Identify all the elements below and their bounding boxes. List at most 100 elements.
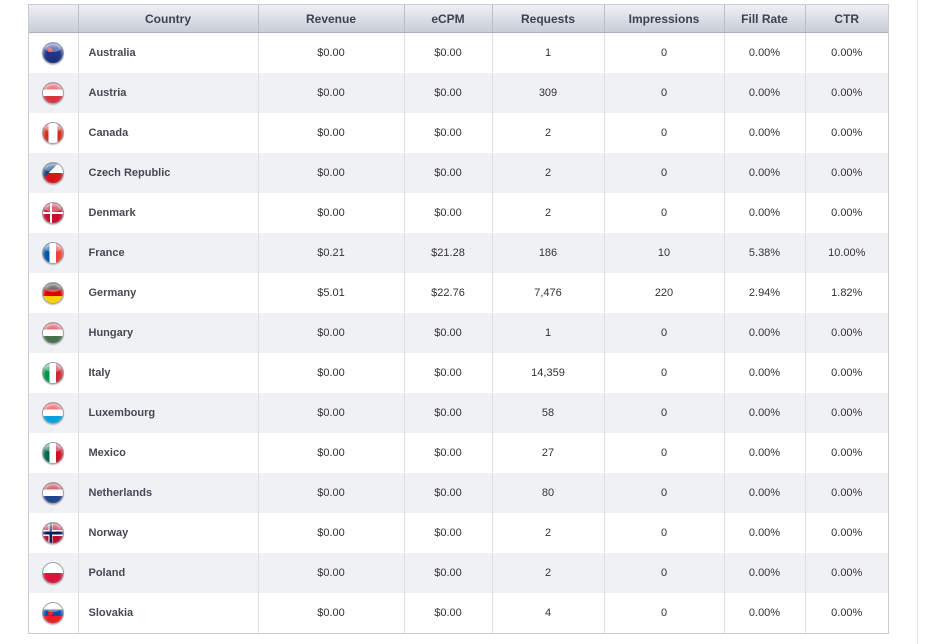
flag-cell [29, 233, 79, 273]
requests-cell: 2 [492, 153, 605, 193]
flag-cell [29, 593, 79, 633]
flag-cell [29, 193, 79, 233]
table-row: Hungary $0.00 $0.00 1 0 0.00% 0.00% [29, 313, 888, 353]
country-cell: Germany [78, 273, 259, 313]
germany-flag-icon [42, 282, 65, 304]
ecpm-cell: $0.00 [404, 473, 493, 513]
ecpm-cell: $0.00 [404, 553, 493, 593]
table-row: Australia $0.00 $0.00 1 0 0.00% 0.00% [29, 32, 888, 73]
czech-republic-flag-icon [42, 162, 65, 184]
column-header-impressions[interactable]: Impressions [604, 5, 725, 33]
flag-cell [29, 553, 79, 593]
flag-cell [29, 353, 79, 393]
ctr-cell: 0.00% [805, 313, 888, 353]
requests-cell: 2 [492, 553, 605, 593]
flag-cell [29, 73, 79, 113]
fill-rate-cell: 0.00% [724, 553, 806, 593]
requests-cell: 186 [492, 233, 605, 273]
canada-flag-icon [42, 122, 65, 144]
country-cell: Poland [78, 553, 259, 593]
impressions-cell: 0 [604, 113, 725, 153]
requests-cell: 4 [492, 593, 605, 633]
fill-rate-cell: 0.00% [724, 153, 806, 193]
ctr-cell: 0.00% [805, 393, 888, 433]
ctr-cell: 1.82% [805, 273, 888, 313]
impressions-cell: 0 [604, 473, 725, 513]
flag-cell [29, 513, 79, 553]
flag-cell [29, 153, 79, 193]
revenue-cell: $0.00 [258, 593, 405, 633]
impressions-cell: 0 [604, 433, 725, 473]
requests-cell: 2 [492, 513, 605, 553]
table-row: Czech Republic $0.00 $0.00 2 0 0.00% 0.00% [29, 153, 888, 193]
revenue-cell: $0.00 [258, 353, 405, 393]
fill-rate-cell: 0.00% [724, 473, 806, 513]
ctr-cell: 0.00% [805, 553, 888, 593]
column-header-ctr[interactable]: CTR [805, 5, 888, 33]
ecpm-cell: $0.00 [404, 313, 493, 353]
impressions-cell: 10 [604, 233, 725, 273]
column-header-fill-rate[interactable]: Fill Rate [724, 5, 806, 33]
fill-rate-cell: 0.00% [724, 73, 806, 113]
table-row: Slovakia $0.00 $0.00 4 0 0.00% 0.00% [29, 593, 888, 633]
ecpm-cell: $0.00 [404, 513, 493, 553]
column-header-country[interactable]: Country [78, 5, 259, 33]
revenue-cell: $0.00 [258, 553, 405, 593]
ctr-cell: 0.00% [805, 473, 888, 513]
country-cell: Norway [78, 513, 259, 553]
requests-cell: 2 [492, 113, 605, 153]
revenue-cell: $0.00 [258, 193, 405, 233]
impressions-cell: 220 [604, 273, 725, 313]
impressions-cell: 0 [604, 193, 725, 233]
ctr-cell: 0.00% [805, 593, 888, 633]
fill-rate-cell: 0.00% [724, 433, 806, 473]
table-row: Luxembourg $0.00 $0.00 58 0 0.00% 0.00% [29, 393, 888, 433]
impressions-cell: 0 [604, 593, 725, 633]
country-cell: Luxembourg [78, 393, 259, 433]
country-report-table-container: Country Revenue eCPM Requests Impression… [28, 4, 889, 634]
ecpm-cell: $0.00 [404, 193, 493, 233]
revenue-cell: $0.00 [258, 393, 405, 433]
requests-cell: 309 [492, 73, 605, 113]
ctr-cell: 10.00% [805, 233, 888, 273]
impressions-cell: 0 [604, 73, 725, 113]
requests-cell: 2 [492, 193, 605, 233]
impressions-cell: 0 [604, 153, 725, 193]
table-row: Poland $0.00 $0.00 2 0 0.00% 0.00% [29, 553, 888, 593]
fill-rate-cell: 0.00% [724, 313, 806, 353]
column-header-revenue[interactable]: Revenue [258, 5, 405, 33]
ctr-cell: 0.00% [805, 433, 888, 473]
country-cell: Italy [78, 353, 259, 393]
revenue-cell: $0.00 [258, 153, 405, 193]
slovakia-flag-icon [42, 602, 65, 624]
country-cell: Czech Republic [78, 153, 259, 193]
revenue-cell: $0.00 [258, 473, 405, 513]
flag-cell [29, 32, 79, 73]
table-row: Italy $0.00 $0.00 14,359 0 0.00% 0.00% [29, 353, 888, 393]
requests-cell: 58 [492, 393, 605, 433]
country-cell: Australia [78, 32, 259, 73]
denmark-flag-icon [42, 202, 65, 224]
impressions-cell: 0 [604, 32, 725, 73]
table-row: Germany $5.01 $22.76 7,476 220 2.94% 1.82% [29, 273, 888, 313]
revenue-cell: $5.01 [258, 273, 405, 313]
australia-flag-icon [42, 42, 65, 64]
fill-rate-cell: 2.94% [724, 273, 806, 313]
fill-rate-cell: 0.00% [724, 393, 806, 433]
ctr-cell: 0.00% [805, 513, 888, 553]
column-header-flag [29, 5, 79, 33]
table-row: Mexico $0.00 $0.00 27 0 0.00% 0.00% [29, 433, 888, 473]
flag-cell [29, 393, 79, 433]
ctr-cell: 0.00% [805, 73, 888, 113]
table-row: Netherlands $0.00 $0.00 80 0 0.00% 0.00% [29, 473, 888, 513]
ecpm-cell: $22.76 [404, 273, 493, 313]
revenue-cell: $0.00 [258, 513, 405, 553]
column-header-requests[interactable]: Requests [492, 5, 605, 33]
fill-rate-cell: 0.00% [724, 32, 806, 73]
country-cell: Mexico [78, 433, 259, 473]
revenue-cell: $0.00 [258, 32, 405, 73]
fill-rate-cell: 0.00% [724, 193, 806, 233]
fill-rate-cell: 0.00% [724, 353, 806, 393]
column-header-ecpm[interactable]: eCPM [404, 5, 493, 33]
table-row: Norway $0.00 $0.00 2 0 0.00% 0.00% [29, 513, 888, 553]
